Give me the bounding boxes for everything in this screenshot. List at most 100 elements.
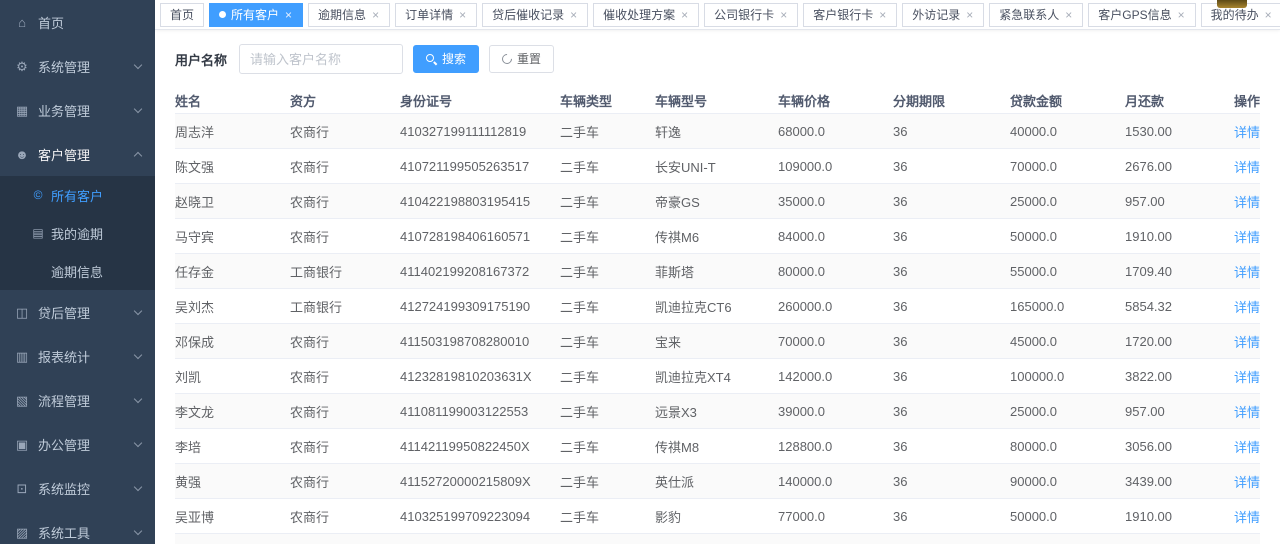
close-icon[interactable]: × bbox=[878, 9, 887, 21]
chevron-down-icon bbox=[134, 104, 142, 112]
tab[interactable]: 外访记录 × bbox=[902, 3, 984, 27]
sidebar-item-home[interactable]: ⌂ 首页 bbox=[0, 0, 155, 44]
tab[interactable]: 客户银行卡 × bbox=[803, 3, 897, 27]
chevron-down-icon bbox=[134, 438, 142, 446]
cell-vehicle-model: 远景X3 bbox=[655, 402, 778, 421]
sidebar-item-label: 系统监控 bbox=[38, 479, 135, 498]
cell-funder: 农商行 bbox=[290, 507, 400, 526]
tab[interactable]: 贷后催收记录 × bbox=[482, 3, 588, 27]
cell-monthly-payment: 1720.00 bbox=[1125, 334, 1225, 349]
sidebar-item-report-statistics[interactable]: ▥ 报表统计 bbox=[0, 334, 155, 378]
avatar[interactable] bbox=[1217, 0, 1247, 8]
cell-monthly-payment: 1910.00 bbox=[1125, 229, 1225, 244]
close-icon[interactable]: × bbox=[1264, 9, 1273, 21]
tab[interactable]: 逾期信息 × bbox=[308, 3, 390, 27]
sidebar-item-process-management[interactable]: ▧ 流程管理 bbox=[0, 378, 155, 422]
detail-link[interactable]: 详情 bbox=[1234, 160, 1260, 175]
close-icon[interactable]: × bbox=[458, 9, 467, 21]
cell-vehicle-model: 长安UNI-T bbox=[655, 157, 778, 176]
sidebar-item-system-management[interactable]: ⚙ 系统管理 bbox=[0, 44, 155, 88]
detail-link[interactable]: 详情 bbox=[1234, 335, 1260, 350]
close-icon[interactable]: × bbox=[284, 9, 293, 21]
card-icon: ▤ bbox=[31, 226, 45, 240]
book-icon: ◫ bbox=[14, 306, 30, 319]
sidebar-item-customer-management[interactable]: ☻ 客户管理 bbox=[0, 132, 155, 176]
close-icon[interactable]: × bbox=[1177, 9, 1186, 21]
table-row: 李培 农商行 41142119950822450X 二手车 传祺M8 12880… bbox=[175, 429, 1260, 464]
reset-button[interactable]: 重置 bbox=[489, 45, 554, 73]
tab[interactable]: 催收处理方案 × bbox=[593, 3, 699, 27]
detail-link[interactable]: 详情 bbox=[1234, 370, 1260, 385]
cell-name: 马守宾 bbox=[175, 227, 290, 246]
tab[interactable]: 公司银行卡 × bbox=[704, 3, 798, 27]
tab-label: 逾期信息 bbox=[318, 9, 366, 21]
detail-link[interactable]: 详情 bbox=[1234, 475, 1260, 490]
cell-vehicle-model: 凯迪拉克CT6 bbox=[655, 297, 778, 316]
cell-loan-amount: 55000.0 bbox=[1010, 264, 1125, 279]
cell-loan-amount: 50000.0 bbox=[1010, 509, 1125, 524]
sidebar-item-business-management[interactable]: ▦ 业务管理 bbox=[0, 88, 155, 132]
close-icon[interactable]: × bbox=[569, 9, 578, 21]
column-header: 分期期限 bbox=[893, 91, 1010, 110]
cell-vehicle-type: 二手车 bbox=[560, 122, 655, 141]
cell-name: 任存金 bbox=[175, 262, 290, 281]
search-button-label: 搜索 bbox=[442, 53, 466, 65]
cell-term: 36 bbox=[893, 334, 1010, 349]
cell-loan-amount: 165000.0 bbox=[1010, 299, 1125, 314]
sidebar-item-office-management[interactable]: ▣ 办公管理 bbox=[0, 422, 155, 466]
cell-vehicle-model: 菲斯塔 bbox=[655, 262, 778, 281]
cell-term: 36 bbox=[893, 264, 1010, 279]
chevron-down-icon bbox=[134, 526, 142, 534]
close-icon[interactable]: × bbox=[680, 9, 689, 21]
cell-funder: 农商行 bbox=[290, 157, 400, 176]
column-header: 月还款 bbox=[1125, 91, 1225, 110]
table-body: 周志洋 农商行 410327199111112819 二手车 轩逸 68000.… bbox=[175, 114, 1260, 544]
close-icon[interactable]: × bbox=[965, 9, 974, 21]
customer-name-input[interactable] bbox=[239, 44, 403, 74]
cell-loan-amount: 50000.0 bbox=[1010, 229, 1125, 244]
cell-vehicle-type: 二手车 bbox=[560, 402, 655, 421]
search-button[interactable]: 搜索 bbox=[413, 45, 479, 73]
close-icon[interactable]: × bbox=[1064, 9, 1073, 21]
tab-label: 订单详情 bbox=[405, 9, 453, 21]
cell-vehicle-type: 二手车 bbox=[560, 437, 655, 456]
detail-link[interactable]: 详情 bbox=[1234, 265, 1260, 280]
close-icon[interactable]: × bbox=[779, 9, 788, 21]
customer-table: 姓名 资方 身份证号 车辆类型 车辆型号 车辆价格 分期期限 贷款金额 月还款 … bbox=[175, 87, 1260, 544]
cell-vehicle-model: 传祺M8 bbox=[655, 437, 778, 456]
cell-name: 吴亚博 bbox=[175, 507, 290, 526]
detail-link[interactable]: 详情 bbox=[1234, 440, 1260, 455]
cell-monthly-payment: 957.00 bbox=[1125, 194, 1225, 209]
tab[interactable]: 所有客户 × bbox=[209, 3, 303, 27]
tab[interactable]: 客户GPS信息 × bbox=[1088, 3, 1195, 27]
tab-label: 首页 bbox=[170, 9, 194, 21]
cell-name: 吴刘杰 bbox=[175, 297, 290, 316]
cell-monthly-payment: 3439.00 bbox=[1125, 474, 1225, 489]
detail-link[interactable]: 详情 bbox=[1234, 230, 1260, 245]
detail-link[interactable]: 详情 bbox=[1234, 510, 1260, 525]
cell-funder: 农商行 bbox=[290, 437, 400, 456]
detail-link[interactable]: 详情 bbox=[1234, 405, 1260, 420]
sidebar-item-system-monitoring[interactable]: ⊡ 系统监控 bbox=[0, 466, 155, 510]
detail-link[interactable]: 详情 bbox=[1234, 300, 1260, 315]
customer-management-submenu: © 所有客户 ▤ 我的逾期 逾期信息 bbox=[0, 176, 155, 290]
sidebar-item-postloan-management[interactable]: ◫ 贷后管理 bbox=[0, 290, 155, 334]
sidebar-item-label: 系统管理 bbox=[38, 57, 135, 76]
sidebar-item-overdue-info[interactable]: 逾期信息 bbox=[0, 252, 155, 290]
cell-monthly-payment: 3822.00 bbox=[1125, 369, 1225, 384]
cell-vehicle-model: 帝豪GS bbox=[655, 192, 778, 211]
tab[interactable]: 首页 bbox=[160, 3, 204, 27]
sidebar-item-all-customers[interactable]: © 所有客户 bbox=[0, 176, 155, 214]
sidebar-item-my-overdue[interactable]: ▤ 我的逾期 bbox=[0, 214, 155, 252]
close-icon[interactable]: × bbox=[371, 9, 380, 21]
detail-link[interactable]: 详情 bbox=[1234, 125, 1260, 140]
cell-loan-amount: 100000.0 bbox=[1010, 369, 1125, 384]
tab[interactable]: 紧急联系人 × bbox=[989, 3, 1083, 27]
tab[interactable]: 订单详情 × bbox=[395, 3, 477, 27]
table-row: 李文龙 农商行 411081199003122553 二手车 远景X3 3900… bbox=[175, 394, 1260, 429]
cell-vehicle-model: 传祺M6 bbox=[655, 227, 778, 246]
detail-link[interactable]: 详情 bbox=[1234, 195, 1260, 210]
sidebar-item-system-tools[interactable]: ▨ 系统工具 bbox=[0, 510, 155, 544]
cell-id-number: 410728198406160571 bbox=[400, 229, 560, 244]
cell-funder: 工商银行 bbox=[290, 262, 400, 281]
